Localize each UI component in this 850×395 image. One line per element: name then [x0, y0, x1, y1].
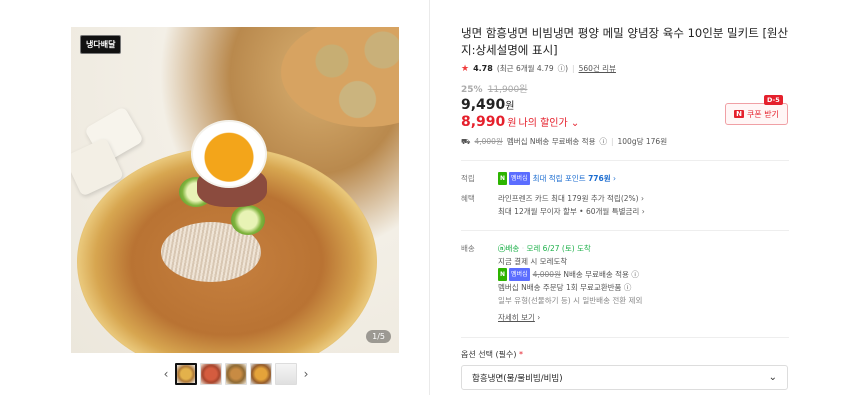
- cucumber-illustration: [231, 205, 265, 235]
- points-label: 적립: [461, 174, 475, 183]
- benefits-section: 적립 N 멤버십 최대 적립 포인트 776원 › 혜택 라인프렌즈 카드 최대 1…: [461, 172, 789, 222]
- rating-row: ★ 4.78 (최근 6개월 4.79 ⓘ) | 560건 리뷰: [461, 63, 791, 74]
- my-price-amount: 8,990: [461, 114, 506, 130]
- benefit-card[interactable]: 라인프렌즈 카드 최대 179원 추가 적립(2%) ›: [498, 192, 788, 205]
- sale-price-amount: 9,490: [461, 97, 506, 113]
- benefit-card-text: 라인프렌즈 카드 최대 179원 추가 적립(2%): [498, 194, 639, 203]
- npay-icon: N: [498, 268, 508, 281]
- rating-recent: (최근 6개월 4.79: [496, 64, 554, 73]
- thumbnail-3[interactable]: [225, 363, 247, 385]
- review-count-link[interactable]: 560건 리뷰: [579, 63, 616, 74]
- delivery-body: ⓝ배송 · 모레 6/27 (토) 도착 지금 결제 시 모레도착 N 멤버십 4,…: [498, 242, 788, 324]
- original-price: 11,900원: [487, 85, 528, 95]
- discount-percent: 25%: [461, 85, 483, 95]
- main-product-image[interactable]: 냉다배달 1/5: [71, 27, 399, 353]
- thumbnail-strip: ‹ ›: [160, 362, 320, 386]
- thumbnail-1[interactable]: [175, 363, 197, 385]
- delivery-detail-text: 자세히 보기: [498, 313, 535, 322]
- egg-illustration: [191, 120, 267, 188]
- delivery-line3-text: 멤버십 N배송 주문당 1회 무료교환반품: [498, 283, 622, 292]
- rating-value: 4.78: [473, 64, 493, 73]
- star-icon: ★: [461, 63, 470, 74]
- benefit-list: 라인프렌즈 카드 최대 179원 추가 적립(2%) › 최대 12개월 무이자…: [498, 192, 788, 218]
- my-price-unit: 원: [507, 118, 517, 129]
- truck-icon: ⛟: [461, 136, 471, 146]
- shipping-row: ⛟ 4,000원 멤버십 N배송 무료배송 적용 ⓘ | 100g당 176원: [461, 136, 791, 147]
- delivery-arrival-row: ⓝ배송 · 모레 6/27 (토) 도착: [498, 242, 788, 255]
- chevron-right-icon: ›: [534, 313, 541, 322]
- divider: [461, 160, 789, 161]
- n-delivery-label: 배송: [505, 244, 520, 253]
- option-selected-value: 함흥냉면(물/물비빔/비빔): [472, 373, 563, 384]
- benefit-installment-text: 최대 12개월 무이자 할부 • 60개월 특별금리: [498, 207, 640, 216]
- option-select[interactable]: 함흥냉면(물/물비빔/비빔) ⌄: [461, 365, 788, 390]
- dumplings-illustration: [281, 27, 399, 127]
- chevron-right-icon: ›: [639, 207, 645, 216]
- info-icon[interactable]: ⓘ): [558, 63, 568, 74]
- thumbnail-next-icon[interactable]: ›: [300, 367, 312, 381]
- coupon-n-badge: N: [734, 110, 744, 118]
- unit-price: 100g당 176원: [617, 137, 668, 146]
- npay-icon: N: [498, 172, 508, 185]
- membership-badge: 멤버십: [509, 268, 530, 281]
- my-price-hint[interactable]: 나의 할인가 ⌄: [519, 114, 580, 129]
- thumbnail-prev-icon[interactable]: ‹: [160, 367, 172, 381]
- coupon-d-day-badge: D-5: [764, 95, 783, 105]
- info-icon[interactable]: ⓘ: [631, 270, 639, 279]
- delivery-fee-strike: 4,000원: [532, 270, 561, 279]
- option-label: 옵션 선택 (필수) *: [461, 349, 523, 360]
- delivery-label: 배송: [461, 244, 475, 253]
- shipping-fee-strike: 4,000원: [474, 137, 503, 146]
- chevron-right-icon: ›: [610, 174, 617, 183]
- delivery-line1: 지금 결제 시 모레도착: [498, 257, 568, 266]
- divider: [461, 337, 789, 338]
- thumbnail-4[interactable]: [250, 363, 272, 385]
- product-detail: 냉면 함흥냉면 비빔냉면 평양 메밀 양념장 육수 10인분 밀키트 [원산지:…: [461, 25, 791, 147]
- product-gallery: 냉다배달 1/5 ‹ ›: [0, 0, 430, 395]
- points-text: 최대 적립 포인트: [532, 174, 586, 183]
- info-icon[interactable]: ⓘ: [624, 283, 632, 292]
- coupon-label: 쿠폰 받기: [746, 109, 779, 119]
- delivery-line3: 멤버십 N배송 주문당 1회 무료교환반품 ⓘ: [498, 281, 788, 294]
- delivery-fee-row: N 멤버십 4,000원 N배송 무료배송 적용 ⓘ: [498, 268, 788, 281]
- option-label-text: 옵션 선택 (필수): [461, 350, 517, 359]
- chevron-right-icon: ›: [638, 194, 644, 203]
- divider: |: [610, 137, 614, 146]
- divider: ·: [521, 244, 525, 253]
- coupon-button[interactable]: N 쿠폰 받기: [725, 103, 788, 125]
- divider: |: [572, 64, 575, 73]
- shipping-text: 멤버십 N배송 무료배송 적용: [506, 137, 596, 146]
- points-value: 776원: [588, 174, 611, 183]
- delivery-fee-text: N배송 무료배송 적용: [563, 270, 629, 279]
- benefit-label: 혜택: [461, 194, 475, 203]
- thumbnail-5[interactable]: [275, 363, 297, 385]
- sale-price-unit: 원: [505, 101, 515, 112]
- arrival-date: 모레 6/27 (토) 도착: [526, 244, 591, 253]
- n-delivery-badge: ⓝ: [498, 244, 506, 253]
- delivery-detail-link[interactable]: 자세히 보기 ›: [498, 311, 788, 324]
- benefit-installment[interactable]: 최대 12개월 무이자 할부 • 60개월 특별금리 ›: [498, 205, 788, 218]
- image-counter: 1/5: [366, 330, 391, 343]
- product-title: 냉면 함흥냉면 비빔냉면 평양 메밀 양념장 육수 10인분 밀키트 [원산지:…: [461, 26, 789, 57]
- required-mark: *: [519, 350, 524, 359]
- points-row[interactable]: N 멤버십 최대 적립 포인트 776원 ›: [498, 172, 788, 185]
- brand-logo: 냉다배달: [80, 35, 122, 54]
- delivery-section: 배송 ⓝ배송 · 모레 6/27 (토) 도착 지금 결제 시 모레도착 N 멤버…: [461, 242, 789, 327]
- thumbnail-2[interactable]: [200, 363, 222, 385]
- membership-badge: 멤버십: [509, 172, 530, 185]
- discount-row: 25% 11,900원: [461, 82, 791, 95]
- divider: [461, 230, 789, 231]
- chevron-down-icon: ⌄: [768, 372, 777, 383]
- info-icon[interactable]: ⓘ: [599, 136, 607, 147]
- delivery-line4: 일부 유형(선물하기 등) 시 일반배송 전환 제외: [498, 296, 643, 305]
